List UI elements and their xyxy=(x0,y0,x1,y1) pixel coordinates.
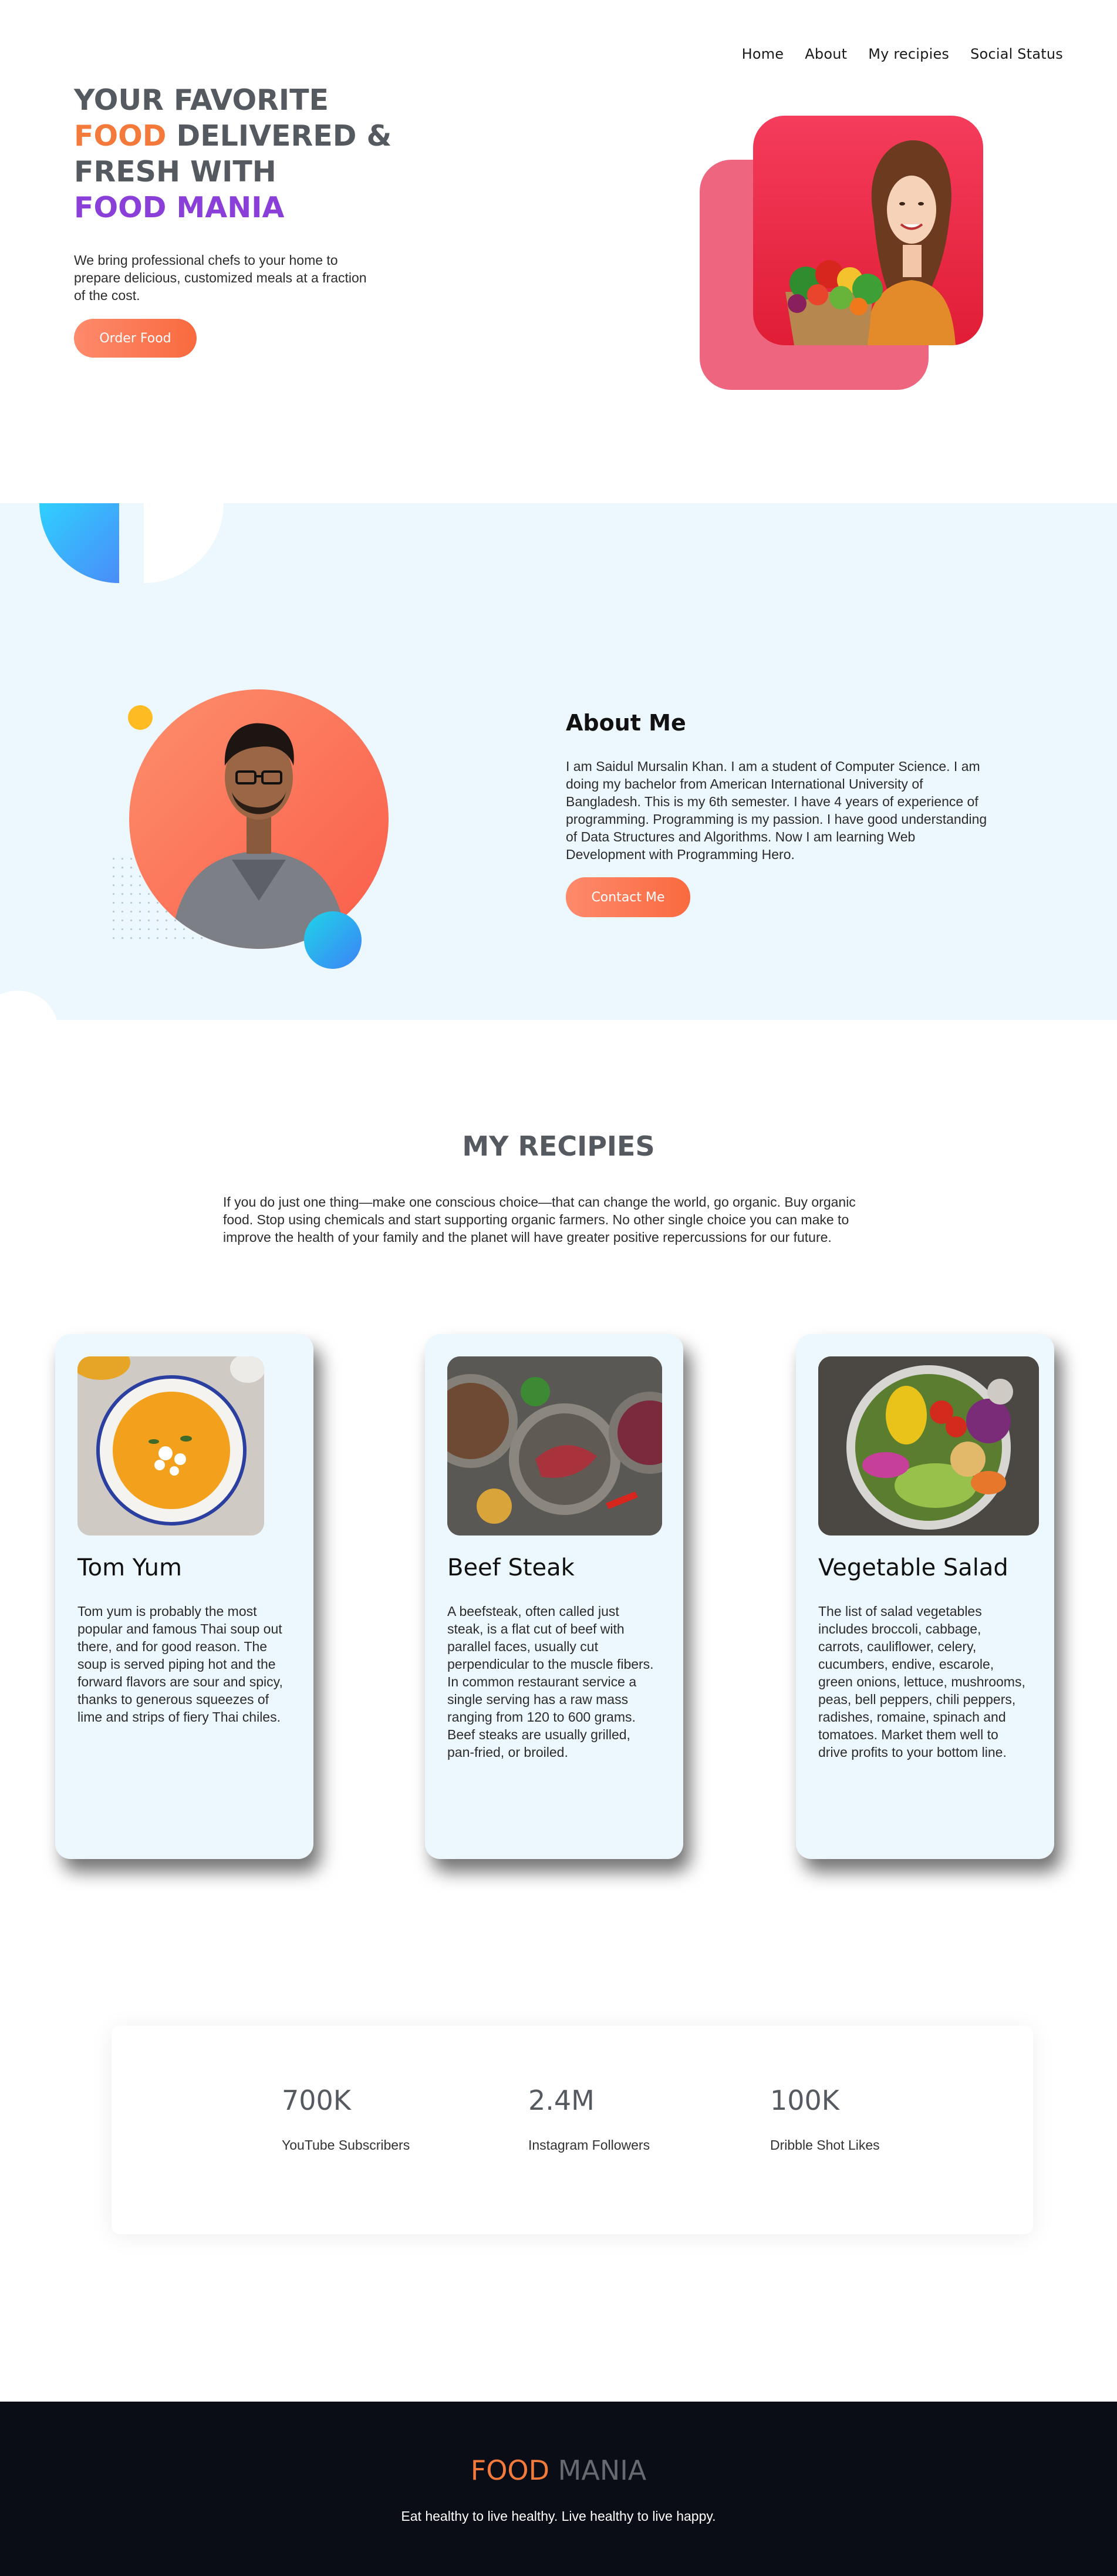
social-stats-card: 700K YouTube Subscribers 2.4M Instagram … xyxy=(112,2026,1033,2234)
stat-youtube: 700K YouTube Subscribers xyxy=(282,2085,410,2153)
recipe-card-title: Tom Yum xyxy=(77,1554,182,1581)
profile-photo xyxy=(129,689,389,949)
decorative-white-circle xyxy=(0,991,59,1020)
stat-label: Dribble Shot Likes xyxy=(770,2137,880,2153)
footer: FOOD MANIA Eat healthy to live healthy. … xyxy=(0,2402,1117,2576)
stat-label: Instagram Followers xyxy=(528,2137,650,2153)
beef-steak-image xyxy=(447,1356,662,1536)
footer-tagline: Eat healthy to live healthy. Live health… xyxy=(401,2508,716,2524)
hero-title-line1: YOUR FAVORITE xyxy=(74,83,329,117)
about-title: About Me xyxy=(566,710,686,736)
nav-social-status-link[interactable]: Social Status xyxy=(970,46,1063,62)
recipe-card-vegetable-salad[interactable]: Vegetable Salad The list of salad vegeta… xyxy=(796,1334,1054,1859)
salad-bowl-illustration xyxy=(818,1356,1039,1536)
recipe-card-text: A beefsteak, often called just steak, is… xyxy=(447,1604,654,1760)
decorative-yellow-dot xyxy=(128,705,153,730)
woman-with-vegetables-illustration xyxy=(785,140,956,345)
decorative-blue-dot xyxy=(304,911,362,969)
page: Home About My recipies Social Status YOU… xyxy=(0,0,1117,2576)
recipes-title: MY RECIPIES xyxy=(462,1130,655,1162)
hero-title-line3: FRESH WITH xyxy=(74,155,276,188)
stat-dribbble: 100K Dribble Shot Likes xyxy=(770,2085,880,2153)
stat-label: YouTube Subscribers xyxy=(282,2137,410,2153)
footer-brand: FOOD MANIA xyxy=(0,2454,1117,2486)
vegetable-salad-image xyxy=(818,1356,1039,1536)
tom-yum-image xyxy=(77,1356,264,1536)
hero-title-food-word: FOOD xyxy=(74,119,167,153)
hero-image xyxy=(753,116,983,345)
stat-value: 100K xyxy=(770,2085,839,2116)
recipe-card-text: The list of salad vegetables includes br… xyxy=(818,1604,1025,1760)
stat-value: 2.4M xyxy=(528,2085,595,2116)
decorative-blue-shape xyxy=(39,503,119,583)
nav-home-link[interactable]: Home xyxy=(742,46,784,62)
soup-bowl-illustration xyxy=(77,1356,264,1536)
footer-brand-first: FOOD xyxy=(470,2454,550,2486)
stat-instagram: 2.4M Instagram Followers xyxy=(528,2085,650,2153)
about-section: About Me I am Saidul Mursalin Khan. I am… xyxy=(0,503,1117,1020)
recipe-card-beef-steak[interactable]: Beef Steak A beefsteak, often called jus… xyxy=(425,1334,683,1859)
person-portrait-illustration xyxy=(170,723,347,949)
hero-title: YOUR FAVORITE FOOD DELIVERED & FRESH WIT… xyxy=(74,82,403,225)
order-food-button[interactable]: Order Food xyxy=(74,319,197,358)
recipe-card-text: Tom yum is probably the most popular and… xyxy=(77,1604,283,1725)
decorative-white-shape xyxy=(144,503,224,583)
recipe-card-tom-yum[interactable]: Tom Yum Tom yum is probably the most pop… xyxy=(55,1334,313,1859)
about-text: I am Saidul Mursalin Khan. I am a studen… xyxy=(566,759,987,862)
hero-title-brand: FOOD MANIA xyxy=(74,191,285,224)
recipes-intro: If you do just one thing—make one consci… xyxy=(223,1194,856,1245)
hero-description: We bring professional chefs to your home… xyxy=(74,252,367,303)
steak-plates-illustration xyxy=(447,1356,662,1536)
contact-me-button[interactable]: Contact Me xyxy=(566,877,690,917)
recipe-card-title: Vegetable Salad xyxy=(818,1554,1008,1581)
stat-value: 700K xyxy=(282,2085,351,2116)
hero-title-line2: DELIVERED & xyxy=(166,119,392,153)
nav-about-link[interactable]: About xyxy=(805,46,847,62)
main-nav: Home About My recipies Social Status xyxy=(742,46,1063,62)
recipe-card-title: Beef Steak xyxy=(447,1554,575,1581)
footer-brand-second: MANIA xyxy=(558,2454,647,2486)
nav-recipes-link[interactable]: My recipies xyxy=(868,46,949,62)
